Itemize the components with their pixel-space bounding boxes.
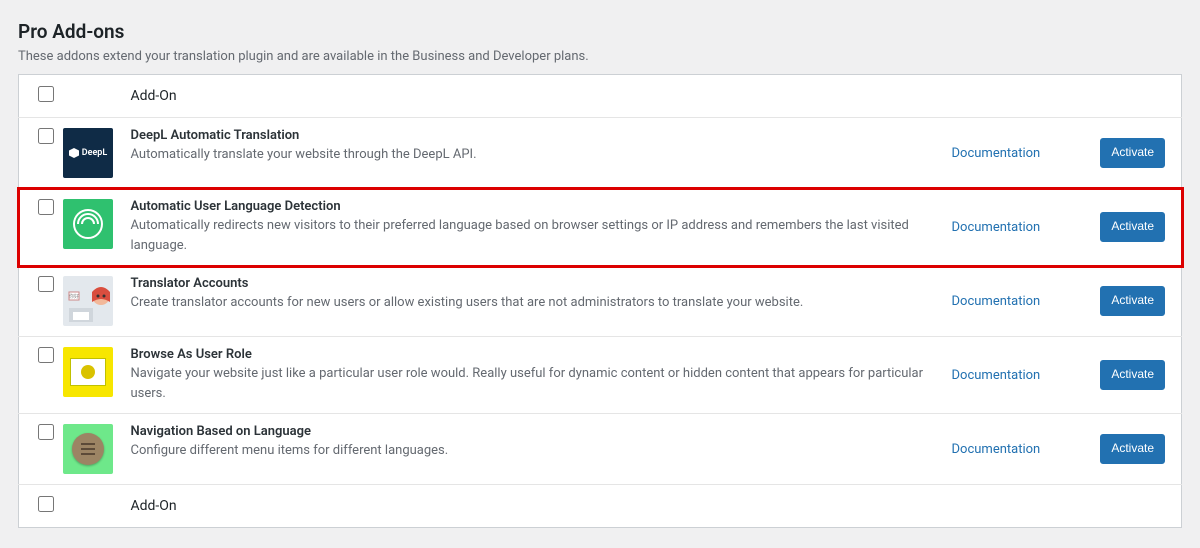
select-all-checkbox-bottom[interactable] (38, 496, 54, 512)
addons-table: Add-On DeepL DeepL Automatic Translation A… (18, 74, 1182, 528)
section-title: Pro Add-ons (18, 20, 1182, 43)
menu-icon (63, 424, 113, 474)
addon-row: DeepL DeepL Automatic Translation Automati… (19, 118, 1182, 189)
radar-icon (63, 199, 113, 249)
section-subtitle: These addons extend your translation plu… (18, 49, 1182, 64)
avatar-icon: 你好 (63, 276, 113, 326)
documentation-link[interactable]: Documentation (952, 368, 1041, 383)
addon-row: 你好 Translator Accounts Create translator a… (19, 266, 1182, 337)
addon-description: Automatically translate your website thr… (131, 145, 942, 165)
addon-checkbox[interactable] (38, 347, 54, 363)
svg-text:你好: 你好 (68, 293, 78, 300)
documentation-link[interactable]: Documentation (952, 442, 1041, 457)
addon-checkbox[interactable] (38, 276, 54, 292)
addon-title: Automatic User Language Detection (131, 199, 942, 214)
table-header-row: Add-On (19, 75, 1182, 118)
addon-row: Navigation Based on Language Configure di… (19, 414, 1182, 485)
addon-description: Configure different menu items for diffe… (131, 441, 942, 461)
addon-description: Automatically redirects new visitors to … (131, 216, 942, 255)
activate-button[interactable]: Activate (1100, 212, 1165, 241)
addon-checkbox[interactable] (38, 128, 54, 144)
documentation-link[interactable]: Documentation (952, 220, 1041, 235)
addon-checkbox[interactable] (38, 199, 54, 215)
table-footer-row: Add-On (19, 485, 1182, 528)
documentation-link[interactable]: Documentation (952, 294, 1041, 309)
addon-description: Create translator accounts for new users… (131, 293, 942, 313)
addon-title: Translator Accounts (131, 276, 942, 291)
footer-label: Add-On (131, 498, 177, 514)
select-all-checkbox-top[interactable] (38, 86, 54, 102)
addon-checkbox[interactable] (38, 424, 54, 440)
documentation-link[interactable]: Documentation (952, 146, 1041, 161)
activate-button[interactable]: Activate (1100, 360, 1165, 389)
activate-button[interactable]: Activate (1100, 434, 1165, 463)
activate-button[interactable]: Activate (1100, 138, 1165, 167)
addon-row: Automatic User Language Detection Automat… (19, 189, 1182, 266)
addon-title: Browse As User Role (131, 347, 942, 362)
addon-title: Navigation Based on Language (131, 424, 942, 439)
deepl-icon: DeepL (63, 128, 113, 178)
activate-button[interactable]: Activate (1100, 286, 1165, 315)
browse-icon (63, 347, 113, 397)
addon-title: DeepL Automatic Translation (131, 128, 942, 143)
addon-row: Browse As User Role Navigate your website… (19, 337, 1182, 414)
addon-description: Navigate your website just like a partic… (131, 364, 942, 403)
header-label: Add-On (131, 88, 177, 104)
